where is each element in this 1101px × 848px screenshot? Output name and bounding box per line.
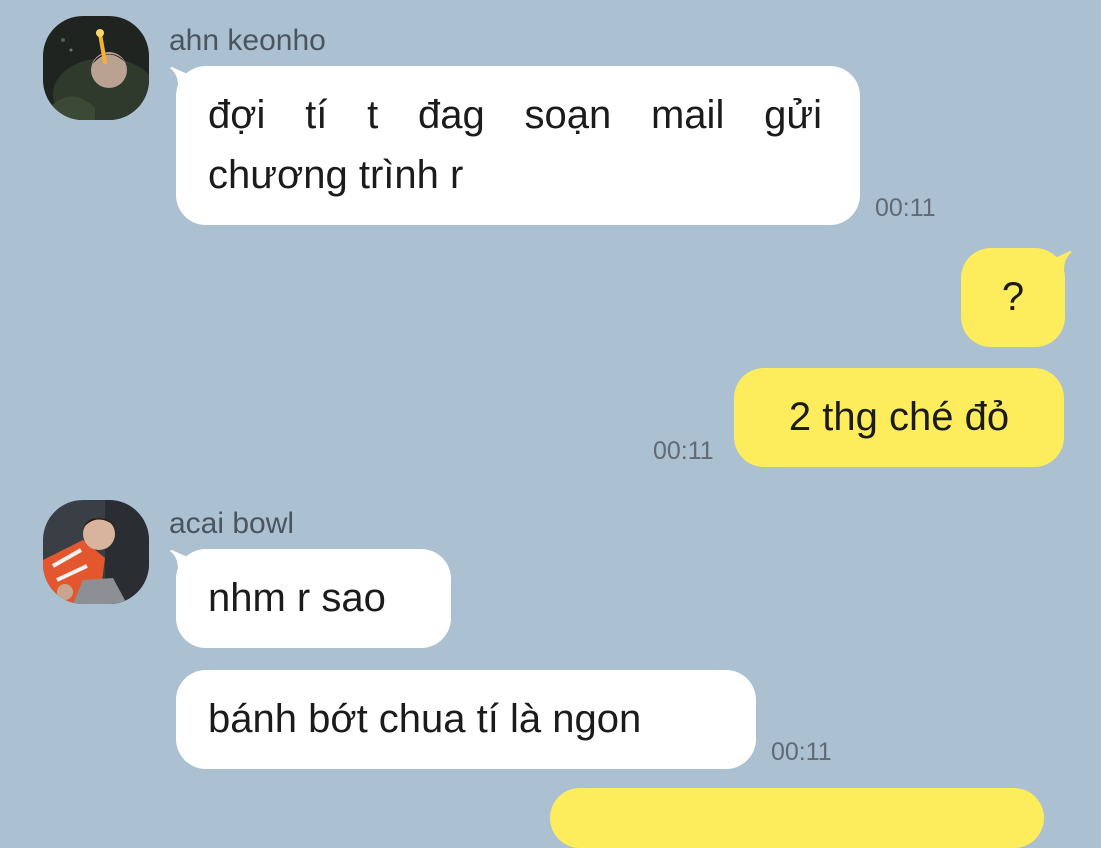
message-text: nhm r sao bbox=[208, 576, 386, 620]
message-timestamp: 00:11 bbox=[653, 437, 714, 465]
message-timestamp: 00:11 bbox=[771, 738, 832, 766]
profile-photo-icon bbox=[43, 500, 149, 604]
message-timestamp: 00:11 bbox=[875, 194, 936, 222]
sender-name: acai bowl bbox=[169, 507, 295, 540]
message-bubble[interactable]: nhm r sao bbox=[176, 549, 451, 648]
message-text: ? bbox=[1001, 275, 1025, 319]
message-bubble[interactable]: đợi tí t đag soạn mail gửi chương trình … bbox=[176, 66, 860, 225]
message-text: 2 thg ché đỏ bbox=[788, 395, 1010, 439]
avatar-ahn-keonho[interactable] bbox=[43, 16, 149, 120]
message-bubble[interactable]: bánh bớt chua tí là ngon bbox=[176, 670, 756, 769]
profile-photo-icon bbox=[43, 16, 149, 120]
message-bubble[interactable]: ? bbox=[961, 248, 1065, 347]
message-text-line: chương trình r bbox=[208, 153, 464, 197]
sender-name: ahn keonho bbox=[169, 24, 326, 57]
avatar-acai-bowl[interactable] bbox=[43, 500, 149, 604]
message-bubble[interactable]: 2 thg ché đỏ bbox=[734, 368, 1064, 467]
message-text: bánh bớt chua tí là ngon bbox=[208, 697, 642, 741]
message-text-line: đợi tí t đag soạn mail gửi bbox=[208, 93, 822, 137]
message-bubble-partial[interactable] bbox=[550, 788, 1044, 848]
